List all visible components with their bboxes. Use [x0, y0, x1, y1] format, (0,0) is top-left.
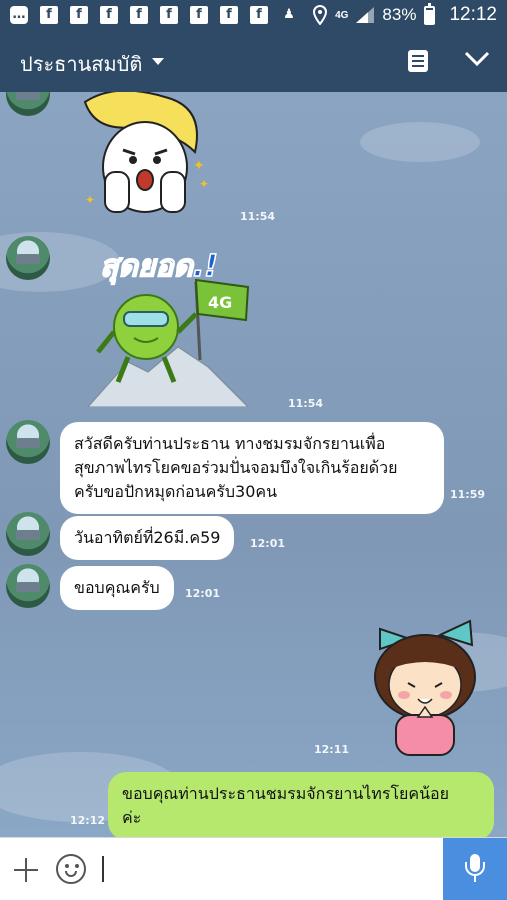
- svg-text:✦: ✦: [199, 177, 209, 191]
- battery-icon: [424, 2, 436, 25]
- chevron-down-icon[interactable]: [152, 58, 164, 65]
- sticker-girl-with-bow[interactable]: [360, 617, 490, 757]
- flag-text: 4G: [208, 293, 232, 312]
- avatar[interactable]: [6, 512, 50, 556]
- clock: 12:12: [449, 4, 497, 25]
- chat-title[interactable]: ประธานสมบัติ: [20, 48, 142, 80]
- svg-text:✦: ✦: [193, 158, 205, 174]
- person-icon: ♟: [283, 7, 295, 22]
- sticker-4g-mascot[interactable]: สุดยอด.! 4G: [88, 242, 258, 407]
- facebook-notification-icon: f: [40, 6, 58, 24]
- avatar[interactable]: [6, 92, 50, 116]
- facebook-notification-icon: f: [100, 6, 118, 24]
- message-bubble[interactable]: ขอบคุณครับ: [60, 566, 174, 610]
- status-bar: … f f f f f f f f ♟ 4G 83% 12:12: [0, 0, 507, 30]
- message-line: วันอาทิตย์ที่26มี.ค59: [74, 528, 221, 547]
- message-bubble[interactable]: วันอาทิตย์ที่26มี.ค59: [60, 516, 235, 560]
- facebook-notification-icon: f: [160, 6, 178, 24]
- location-icon: [313, 5, 328, 25]
- facebook-notification-icon: f: [130, 6, 148, 24]
- message-notification-icon: …: [10, 6, 28, 24]
- avatar[interactable]: [6, 564, 50, 608]
- emoji-icon[interactable]: [56, 854, 86, 884]
- message-time: 11:59: [450, 488, 486, 501]
- message-time: 12:01: [250, 537, 286, 550]
- facebook-notification-icon: f: [190, 6, 208, 24]
- message-line: ขอบคุณท่านประธานชมรมจักรยานไทรโยคน้อย: [122, 784, 450, 803]
- background-cloud: [360, 122, 480, 162]
- message-time: 12:11: [314, 743, 350, 756]
- signal-icon: [356, 7, 375, 23]
- message-time: 11:54: [288, 397, 324, 410]
- message-line: สวัสดีครับท่านประธาน ทางชมรมจักรยานเพื่อ: [74, 434, 386, 453]
- sticker-blonde-girl[interactable]: ✦ ✦ ✦: [75, 92, 220, 227]
- message-time: 12:01: [185, 587, 221, 600]
- my-message-bubble[interactable]: ขอบคุณท่านประธานชมรมจักรยานไทรโยคน้อย ค่…: [108, 772, 494, 837]
- avatar[interactable]: [6, 420, 50, 464]
- message-line: ครับขอปักหมุดก่อนครับ30คน: [74, 482, 278, 501]
- message-line: ขอบคุณครับ: [74, 578, 160, 597]
- microphone-button[interactable]: [443, 838, 507, 900]
- plus-icon[interactable]: [12, 856, 40, 884]
- network-type: 4G: [335, 9, 349, 21]
- facebook-notification-icon: f: [250, 6, 268, 24]
- battery-percent: 83%: [382, 5, 417, 24]
- message-input-bar: [0, 837, 507, 900]
- collapse-menu-icon[interactable]: [464, 50, 490, 68]
- message-line: ค่ะ: [122, 808, 142, 827]
- text-cursor[interactable]: [102, 856, 104, 882]
- message-bubble[interactable]: สวัสดีครับท่านประธาน ทางชมรมจักรยานเพื่อ…: [60, 422, 444, 514]
- chat-header: ประธานสมบัติ: [0, 30, 507, 92]
- notes-icon[interactable]: [408, 50, 428, 72]
- message-line: สุขภาพไทรโยคขอร่วมปั่นจอมบึงใจเกินร้อยด้…: [74, 458, 398, 477]
- facebook-notification-icon: f: [220, 6, 238, 24]
- svg-text:✦: ✦: [85, 193, 95, 207]
- message-time: 11:54: [240, 210, 276, 223]
- avatar[interactable]: [6, 236, 50, 280]
- chat-area[interactable]: ✦ ✦ ✦ 11:54 สุดยอด.! 4G 11:54 สวัสดีครับ…: [0, 92, 507, 837]
- facebook-notification-icon: f: [70, 6, 88, 24]
- message-time: 12:12: [70, 814, 106, 827]
